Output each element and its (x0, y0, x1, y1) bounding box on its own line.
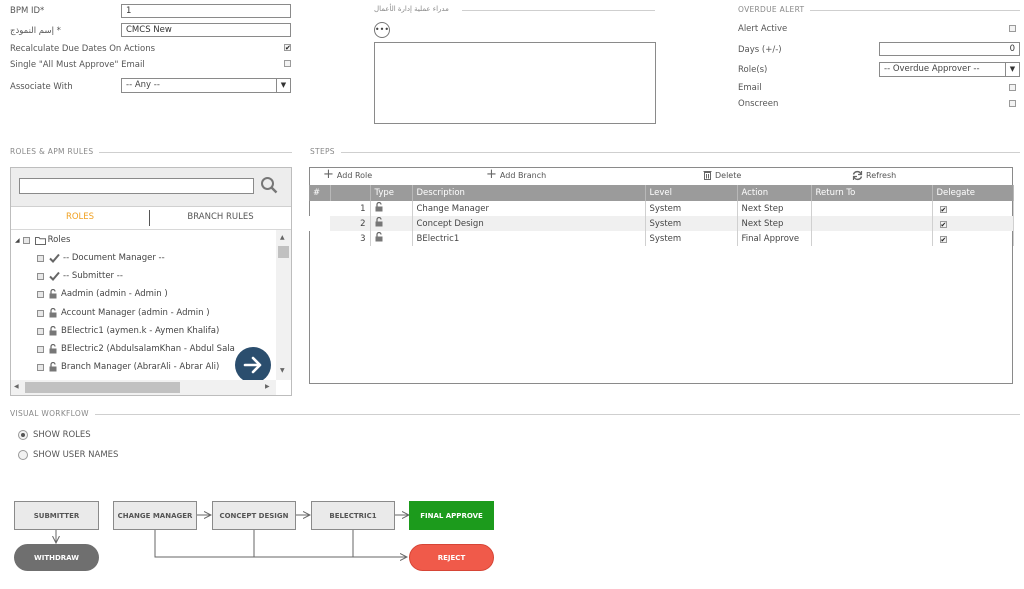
workflow-node-belectric1[interactable]: BELECTRIC1 (311, 501, 395, 530)
workflow-node-submitter[interactable]: SUBMITTER (14, 501, 99, 530)
workflow-node-concept-design[interactable]: CONCEPT DESIGN (212, 501, 296, 530)
workflow-node-withdraw[interactable]: WITHDRAW (14, 544, 99, 571)
workflow-node-reject[interactable]: REJECT (409, 544, 494, 571)
workflow-node-change-manager[interactable]: CHANGE MANAGER (113, 501, 197, 530)
workflow-node-final-approve[interactable]: FINAL APPROVE (409, 501, 494, 530)
